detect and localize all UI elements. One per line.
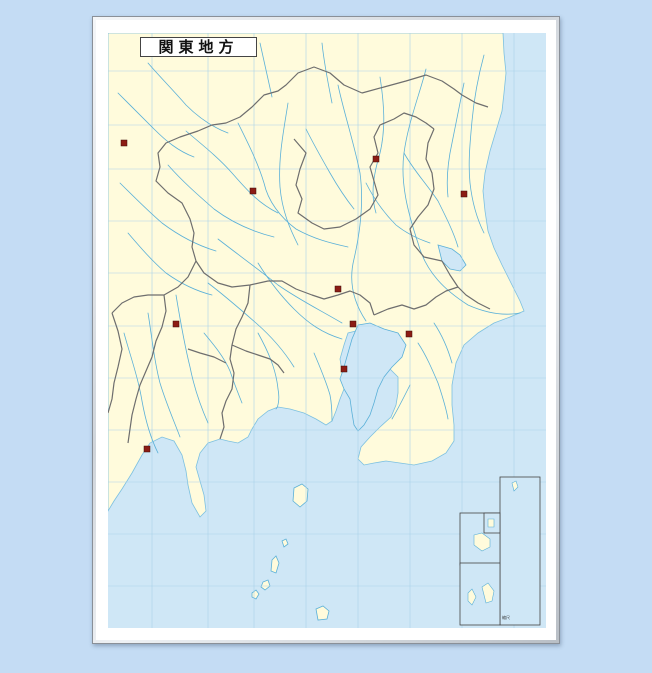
city-marker-shizuoka — [143, 445, 151, 453]
city-marker-mito — [460, 190, 468, 198]
city-marker-maebashi — [120, 139, 128, 147]
city-marker-tokyo — [349, 320, 357, 328]
city-marker-yokohama — [340, 365, 348, 373]
kanto-map — [108, 33, 546, 628]
city-marker-kofu — [172, 320, 180, 328]
scale-label: 縮尺 — [502, 615, 510, 620]
city-marker-saitama — [334, 285, 342, 293]
inset-map-3 — [459, 562, 501, 626]
city-marker-utsunomiya — [372, 155, 380, 163]
inset-map-1 — [499, 476, 541, 626]
map-title: 関東地方 — [140, 37, 257, 57]
city-marker-chiba — [405, 330, 413, 338]
map-canvas — [108, 33, 546, 628]
city-marker-kumagaya — [249, 187, 257, 195]
